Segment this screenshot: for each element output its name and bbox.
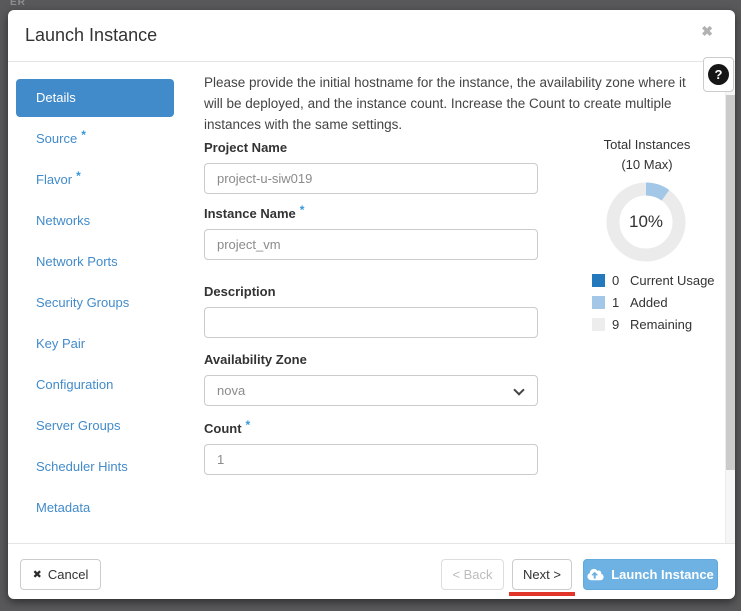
close-icon[interactable]: ✖: [701, 23, 713, 40]
sidebar-item-label: Scheduler Hints: [36, 459, 128, 474]
description-label: Description: [204, 284, 538, 299]
next-button[interactable]: Next >: [512, 559, 572, 590]
legend-row-remaining: 9 Remaining: [592, 317, 715, 332]
sidebar-item-source[interactable]: Source *: [16, 120, 174, 158]
instance-name-input[interactable]: [204, 229, 538, 260]
count-field-group: Count *: [204, 421, 538, 475]
modal-header: Launch Instance ✖: [8, 10, 735, 62]
next-button-red-underline-annotation: [509, 592, 575, 596]
selected-option: nova: [217, 383, 245, 398]
legend-label: Added: [630, 295, 668, 310]
label-text: Description: [204, 284, 276, 299]
sidebar-item-network-ports[interactable]: Network Ports: [16, 243, 174, 281]
legend-label: Current Usage: [630, 273, 715, 288]
instances-donut-chart: 10%: [606, 182, 686, 262]
sidebar-item-label: Security Groups: [36, 295, 129, 310]
sidebar-item-scheduler-hints[interactable]: Scheduler Hints: [16, 448, 174, 486]
sidebar-item-label: Flavor: [36, 172, 72, 187]
back-button[interactable]: < Back: [441, 559, 504, 590]
required-asterisk: *: [300, 203, 305, 217]
legend-count: 9: [612, 317, 624, 332]
quota-legend: 0 Current Usage 1 Added 9 Remaining: [592, 273, 715, 339]
launch-instance-button[interactable]: Launch Instance: [583, 559, 718, 590]
legend-label: Remaining: [630, 317, 692, 332]
instance-name-label: Instance Name *: [204, 206, 538, 221]
help-button[interactable]: ?: [703, 57, 734, 92]
sidebar-item-label: Metadata: [36, 500, 90, 515]
availability-zone-field-group: Availability Zone nova: [204, 352, 538, 406]
sidebar-item-details[interactable]: Details: [16, 79, 174, 117]
sidebar-item-label: Networks: [36, 213, 90, 228]
label-text: Project Name: [204, 140, 287, 155]
project-name-input[interactable]: [204, 163, 538, 194]
quota-chart-subtitle: (10 Max): [567, 157, 727, 172]
background-page-remnant-text: ER: [10, 0, 26, 8]
required-asterisk: *: [246, 418, 251, 432]
required-asterisk: *: [81, 128, 86, 142]
label-text: Count: [204, 421, 242, 436]
project-name-label: Project Name: [204, 140, 538, 155]
launch-button-label: Launch Instance: [611, 567, 714, 582]
project-name-field-group: Project Name: [204, 140, 538, 194]
label-text: Instance Name: [204, 206, 296, 221]
sidebar-item-label: Key Pair: [36, 336, 85, 351]
legend-count: 0: [612, 273, 624, 288]
legend-swatch-current: [592, 274, 605, 287]
sidebar-item-label: Configuration: [36, 377, 113, 392]
sidebar-item-configuration[interactable]: Configuration: [16, 366, 174, 404]
sidebar-item-label: Network Ports: [36, 254, 118, 269]
sidebar-item-key-pair[interactable]: Key Pair: [16, 325, 174, 363]
sidebar-item-label: Server Groups: [36, 418, 121, 433]
instance-name-field-group: Instance Name *: [204, 206, 538, 260]
label-text: Availability Zone: [204, 352, 307, 367]
count-input[interactable]: [204, 444, 538, 475]
sidebar-item-server-groups[interactable]: Server Groups: [16, 407, 174, 445]
sidebar-item-label: Source: [36, 131, 77, 146]
question-circle-icon: ?: [708, 64, 729, 85]
footer-divider: [8, 543, 735, 544]
scrollbar-track[interactable]: [725, 62, 735, 543]
legend-swatch-remaining: [592, 318, 605, 331]
availability-zone-label: Availability Zone: [204, 352, 538, 367]
legend-row-added: 1 Added: [592, 295, 715, 310]
sidebar-item-networks[interactable]: Networks: [16, 202, 174, 240]
legend-row-current-usage: 0 Current Usage: [592, 273, 715, 288]
count-label: Count *: [204, 421, 538, 436]
quota-chart-title: Total Instances: [567, 137, 727, 152]
wizard-sidebar: Details Source * Flavor * Networks Network…: [16, 79, 174, 530]
chevron-down-icon: [513, 384, 524, 395]
modal-title: Launch Instance: [25, 25, 157, 46]
legend-swatch-added: [592, 296, 605, 309]
sidebar-item-security-groups[interactable]: Security Groups: [16, 284, 174, 322]
sidebar-item-flavor[interactable]: Flavor *: [16, 161, 174, 199]
legend-count: 1: [612, 295, 624, 310]
availability-zone-select[interactable]: nova: [204, 375, 538, 406]
sidebar-item-label: Details: [36, 90, 76, 105]
sidebar-item-metadata[interactable]: Metadata: [16, 489, 174, 527]
required-asterisk: *: [76, 169, 81, 183]
step-description: Please provide the initial hostname for …: [204, 72, 704, 135]
description-input[interactable]: [204, 307, 538, 338]
cancel-button[interactable]: ✖ Cancel: [20, 559, 101, 590]
launch-instance-modal: Launch Instance ✖ ? Details Source * Flav…: [8, 10, 735, 599]
description-field-group: Description: [204, 284, 538, 338]
cloud-upload-icon: [587, 568, 604, 581]
x-icon: ✖: [33, 568, 42, 581]
cancel-button-label: Cancel: [48, 567, 88, 582]
donut-percentage-label: 10%: [606, 182, 686, 262]
scrollbar-thumb[interactable]: [726, 95, 735, 470]
